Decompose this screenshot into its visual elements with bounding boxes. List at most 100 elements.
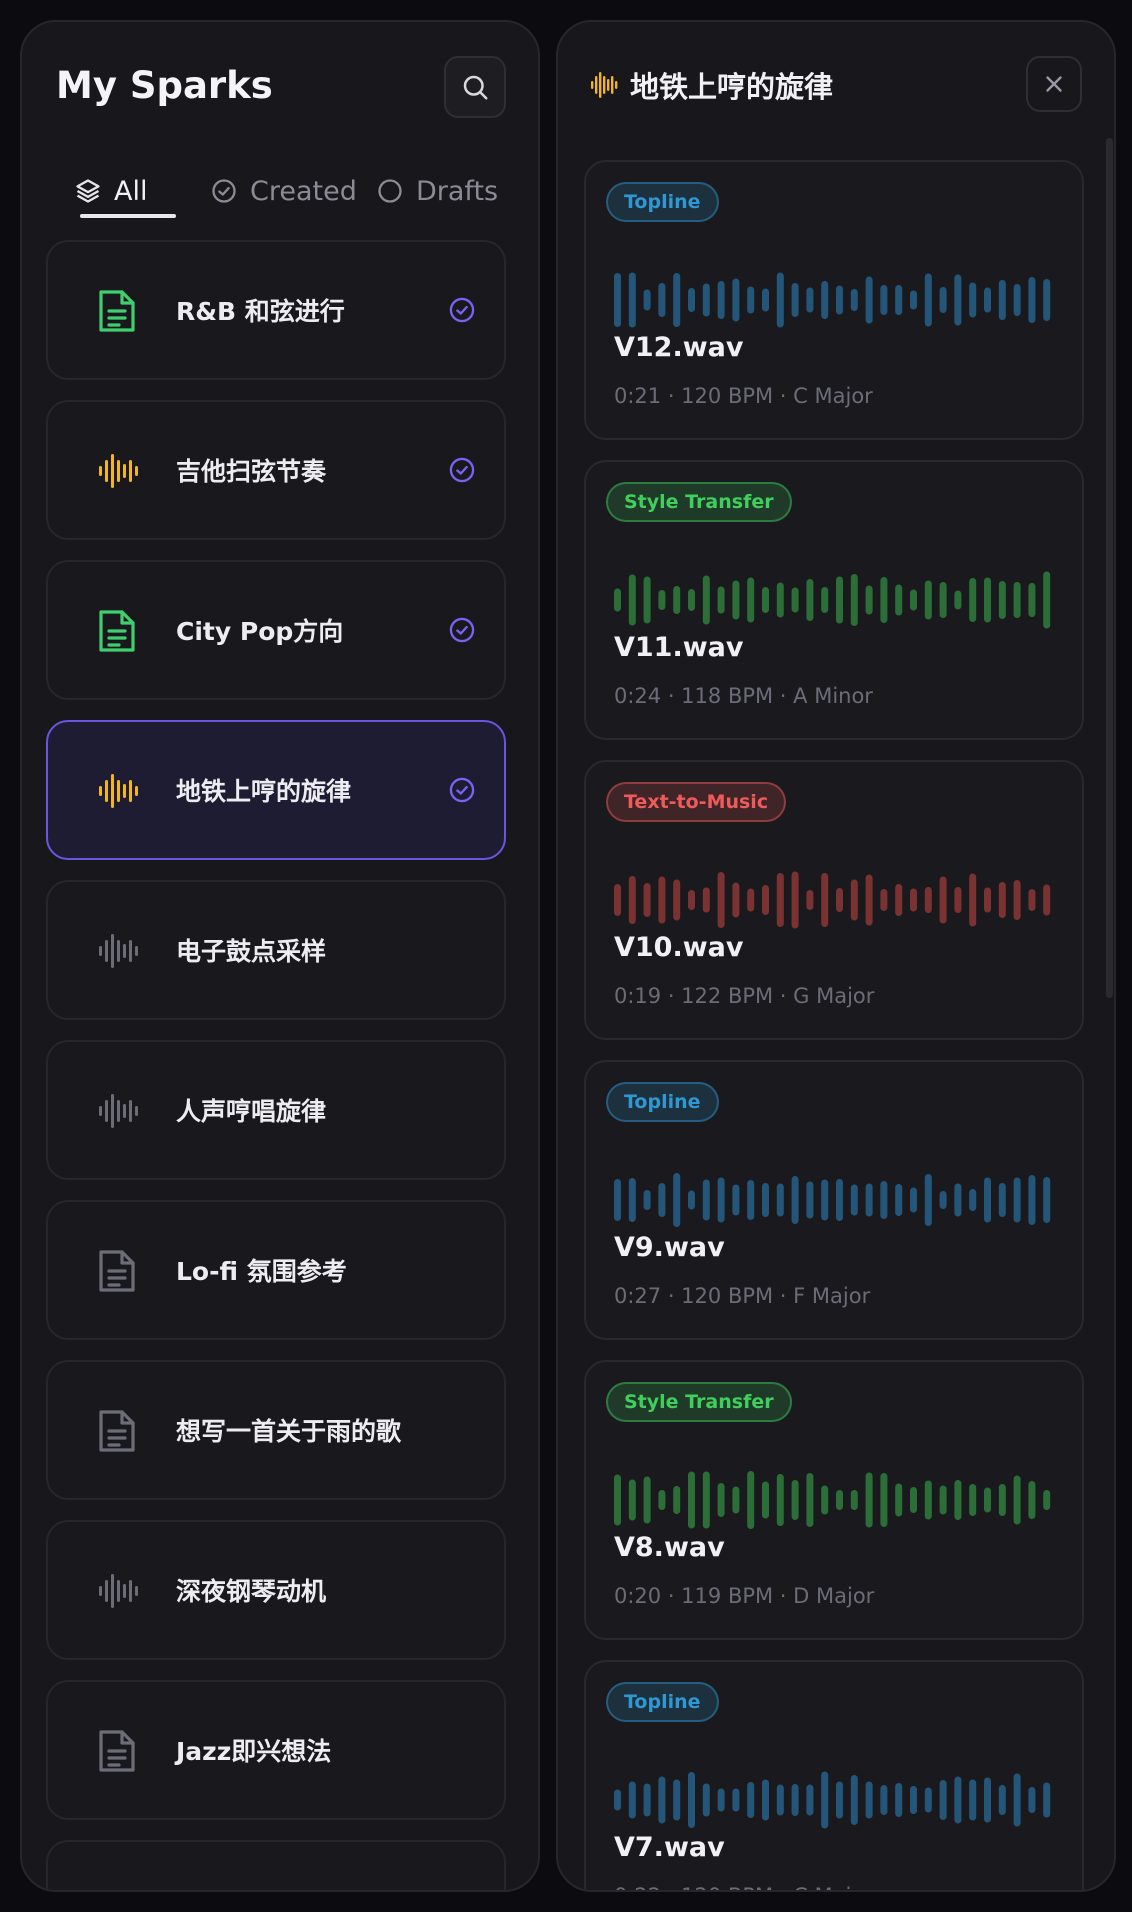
waveform-bar: [821, 1179, 829, 1221]
version-card[interactable]: Style Transfer V8.wav 0:20 · 119 BPM · D M…: [584, 1360, 1084, 1640]
waveform-bar: [821, 1771, 829, 1829]
waveform-bar: [969, 1189, 977, 1211]
tab-created[interactable]: Created: [210, 158, 357, 224]
waveform-bar: [1013, 284, 1021, 316]
waveform-bar: [1013, 880, 1021, 920]
waveform-bar: [821, 587, 829, 613]
waveform[interactable]: [614, 570, 1054, 630]
waveform-bar: [791, 1480, 799, 1520]
spark-item[interactable]: R&B 和弦进行: [46, 240, 506, 380]
version-card[interactable]: Style Transfer V11.wav 0:24 · 118 BPM · A …: [584, 460, 1084, 740]
version-filename: V10.wav: [614, 932, 744, 963]
waveform-bar: [910, 1786, 917, 1814]
waveform-bar: [643, 576, 651, 624]
scrollbar[interactable]: [1106, 138, 1113, 998]
waveform-bar: [1028, 277, 1036, 323]
waveform-bar: [717, 281, 725, 319]
waveform-bar: [658, 876, 666, 924]
version-tag-badge: Style Transfer: [606, 1382, 792, 1422]
waveform-bar: [865, 276, 873, 324]
waveform-bar: [776, 582, 784, 618]
spark-item[interactable]: 想写一首关于雨的歌: [46, 1360, 506, 1500]
waveform-bar: [717, 586, 725, 614]
waveform-bar: [732, 580, 740, 620]
tab-drafts[interactable]: Drafts: [376, 158, 498, 224]
waveform-bar: [984, 1777, 991, 1823]
waveform-bar: [762, 1779, 769, 1821]
version-tag-badge: Text-to-Music: [606, 782, 787, 822]
spark-item[interactable]: [46, 1840, 506, 1890]
spark-item[interactable]: Lo-fi 氛围参考: [46, 1200, 506, 1340]
waveform-bar: [688, 1471, 695, 1529]
waveform-bar: [895, 584, 903, 616]
waveform-bar: [688, 1772, 695, 1828]
waveform-bar: [732, 882, 740, 918]
waveform-bar: [688, 288, 695, 312]
spark-item-label: 想写一首关于雨的歌: [176, 1417, 402, 1446]
close-button[interactable]: [1026, 56, 1082, 112]
waveform-bar: [998, 1785, 1006, 1815]
waveform-bar: [1013, 1177, 1021, 1223]
spark-item-label: Jazz即兴想法: [176, 1737, 332, 1766]
waveform-bar: [1043, 571, 1051, 629]
waveform-bar: [821, 281, 829, 319]
waveform[interactable]: [614, 1170, 1054, 1230]
version-card[interactable]: Topline V12.wav 0:21 · 120 BPM · C Major: [584, 160, 1084, 440]
version-card[interactable]: Topline V7.wav 0:22 · 120 BPM · C Major: [584, 1660, 1084, 1890]
waveform-bar: [836, 285, 843, 315]
audio-wave-icon: [94, 1888, 140, 1890]
waveform-bar: [643, 883, 651, 917]
waveform-bar: [1043, 1490, 1051, 1510]
spark-item[interactable]: 深夜钢琴动机: [46, 1520, 506, 1660]
waveform-bar: [954, 887, 962, 913]
waveform-bar: [836, 1781, 843, 1819]
waveform-bar: [924, 273, 932, 327]
spark-item[interactable]: 吉他扫弦节奏: [46, 400, 506, 540]
waveform-bar: [880, 577, 888, 623]
waveform-bar: [702, 1471, 710, 1529]
check-circle-icon: [448, 616, 476, 648]
waveform-bar: [732, 278, 740, 322]
waveform[interactable]: [614, 1470, 1054, 1530]
waveform-bar: [910, 589, 917, 611]
version-card[interactable]: Text-to-Music V10.wav 0:19 · 122 BPM · G M…: [584, 760, 1084, 1040]
waveform-bar: [762, 288, 769, 312]
waveform-bar: [1043, 279, 1051, 321]
waveform-bar: [984, 887, 991, 913]
waveform[interactable]: [614, 1770, 1054, 1830]
waveform-bar: [762, 1481, 769, 1519]
waveform-bar: [880, 889, 888, 911]
waveform-bar: [954, 274, 962, 326]
waveform-bar: [880, 1473, 888, 1527]
version-meta: 0:20 · 119 BPM · D Major: [614, 1584, 875, 1608]
waveform[interactable]: [614, 270, 1054, 330]
waveform-bar: [732, 1788, 740, 1812]
waveform-bar: [643, 1476, 651, 1524]
waveform-bar: [762, 1183, 769, 1217]
waveform-bar: [954, 1183, 962, 1217]
waveform-bar: [614, 273, 621, 327]
waveform-bar: [850, 879, 858, 921]
spark-item[interactable]: City Pop方向: [46, 560, 506, 700]
spark-item[interactable]: Jazz即兴想法: [46, 1680, 506, 1820]
waveform-bar: [776, 1474, 784, 1526]
spark-item[interactable]: 人声哼唱旋律: [46, 1040, 506, 1180]
version-tag-badge: Topline: [606, 1082, 719, 1122]
waveform[interactable]: [614, 870, 1054, 930]
waveform-bar: [806, 287, 814, 313]
version-card[interactable]: Topline V9.wav 0:27 · 120 BPM · F Major: [584, 1060, 1084, 1340]
spark-item[interactable]: 地铁上哼的旋律: [46, 720, 506, 860]
waveform-bar: [658, 283, 666, 317]
spark-item[interactable]: 电子鼓点采样: [46, 880, 506, 1020]
waveform-bar: [717, 1177, 725, 1223]
search-button[interactable]: [444, 56, 506, 118]
waveform-bar: [998, 280, 1006, 320]
waveform-bar: [895, 285, 903, 315]
check-circle-icon: [212, 179, 236, 203]
document-icon: [94, 608, 140, 654]
waveform-bar: [954, 590, 962, 610]
waveform-bar: [688, 890, 695, 910]
version-filename: V8.wav: [614, 1532, 725, 1563]
waveform-bar: [717, 872, 725, 928]
waveform-bar: [673, 273, 681, 327]
